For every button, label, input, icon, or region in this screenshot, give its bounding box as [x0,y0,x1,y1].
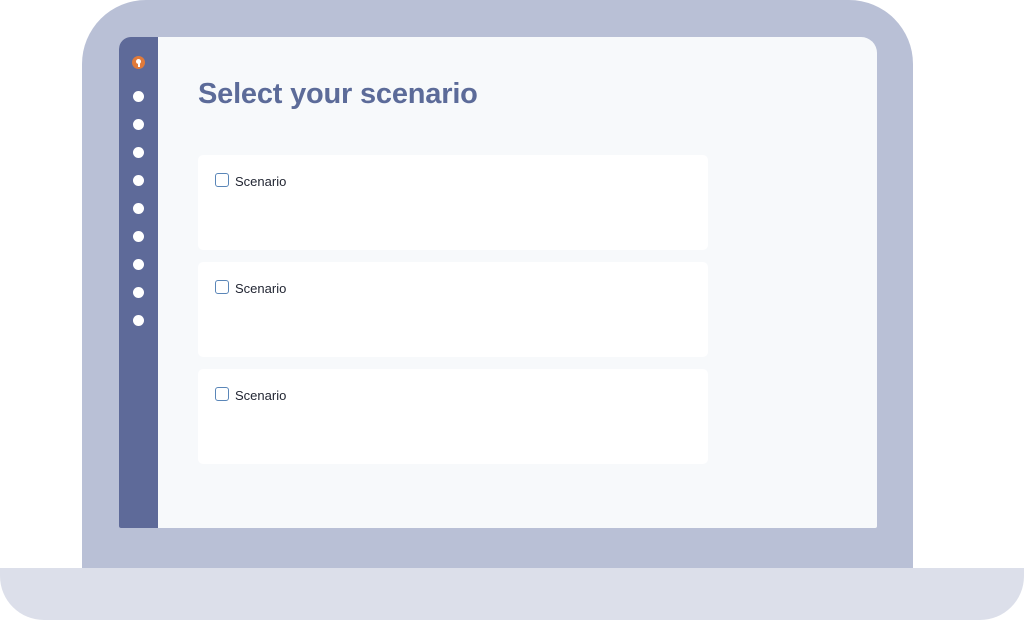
laptop-base [0,568,1024,620]
sidebar-nav-item-4[interactable] [133,175,144,186]
laptop-mockup: Select your scenario Scenario Scenario S… [0,0,1024,620]
sidebar-nav-item-9[interactable] [133,315,144,326]
app-screen: Select your scenario Scenario Scenario S… [119,37,877,528]
keyhole-icon-stem [137,62,140,67]
sidebar-nav-item-1[interactable] [133,91,144,102]
keyhole-logo-icon[interactable] [132,56,145,69]
scenario-label: Scenario [235,388,287,403]
scenario-label: Scenario [235,281,287,296]
sidebar-nav-item-5[interactable] [133,203,144,214]
page-title: Select your scenario [198,78,478,110]
scenario-label: Scenario [235,174,287,189]
sidebar-nav-item-6[interactable] [133,231,144,242]
sidebar-nav-item-3[interactable] [133,147,144,158]
sidebar-nav-item-2[interactable] [133,119,144,130]
scenario-checkbox[interactable] [215,387,229,401]
sidebar-nav-item-7[interactable] [133,259,144,270]
scenario-checkbox[interactable] [215,173,229,187]
scenario-card-2[interactable]: Scenario [198,262,708,357]
sidebar [119,37,158,528]
scenario-card-1[interactable]: Scenario [198,155,708,250]
scenario-card-3[interactable]: Scenario [198,369,708,464]
sidebar-nav-item-8[interactable] [133,287,144,298]
scenario-checkbox[interactable] [215,280,229,294]
